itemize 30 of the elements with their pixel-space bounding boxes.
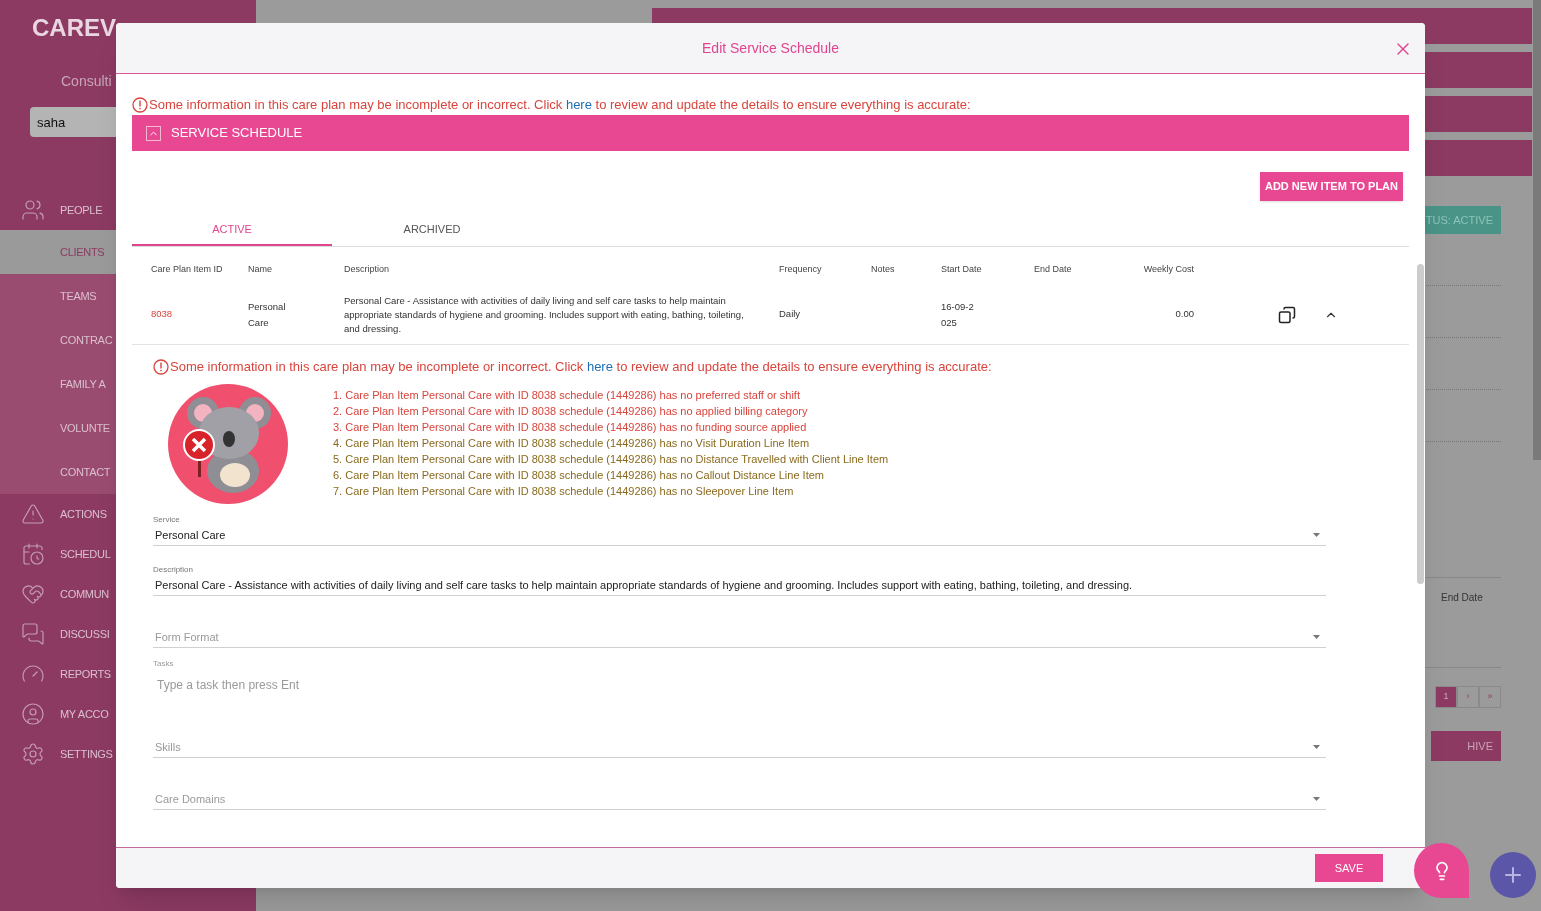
warning-message: Some information in this care plan may be incomplete or incorrect. Click here to review and update the details to ensure everything is accurate: [149, 96, 971, 115]
column-header: End Date [1440, 592, 1483, 603]
field-label: Description [153, 565, 194, 574]
logo-text: CAREV [32, 16, 116, 40]
column-header: Weekly Cost [1142, 263, 1194, 276]
table-cell: Personal Care - Assistance with activities of daily living and self care tasks to help maintain appropriate standards of hygiene and grooming. Includes support with eating, bathing, toileting, and dressing. [344, 293, 744, 336]
column-header: Name [248, 263, 273, 276]
column-header: Care Plan Item ID [151, 263, 224, 276]
issue-message: 3. Care Plan Item Personal Care with ID 8038 schedule (1449286) has no funding source applied [333, 420, 808, 435]
warning-message: Some information in this care plan may be incomplete or incorrect. Click here to review and update the details to ensure everything is accurate: [170, 358, 992, 377]
table-cell: Daily [779, 308, 801, 320]
item-id: 8038 [151, 307, 174, 322]
table-cell-text: Personal Care [248, 299, 287, 330]
table-cell-text: 16-09-2025 [941, 299, 975, 330]
column-header: Description [344, 263, 391, 276]
issue-message: 4. Care Plan Item Personal Care with ID 8038 schedule (1449286) has no Visit Duration Line Item [333, 436, 811, 451]
field-label: Tasks [153, 658, 175, 670]
issue-message: 5. Care Plan Item Personal Care with ID 8038 schedule (1449286) has no Distance Travelled with Client Line Item [333, 452, 889, 467]
table-cell: 0.00 [1175, 308, 1194, 320]
issue-message: 2. Care Plan Item Personal Care with ID 8038 schedule (1449286) has no applied billing category [333, 404, 809, 419]
column-header: Notes [871, 263, 896, 276]
issue-message: 7. Care Plan Item Personal Care with ID 8038 schedule (1449286) has no Sleepover Line Item [333, 484, 795, 499]
field-label: Service [153, 515, 181, 524]
issue-message: 1. Care Plan Item Personal Care with ID 8038 schedule (1449286) has no preferred staff or shift [333, 388, 801, 403]
column-header: End Date [1034, 263, 1073, 276]
column-header: Frequency [779, 263, 823, 276]
column-header: Start Date [941, 263, 983, 276]
company-name: Consulti [61, 71, 112, 91]
dialog-title: Edit Service Schedule [702, 38, 839, 58]
issue-message: 6. Care Plan Item Personal Care with ID 8038 schedule (1449286) has no Callout Distance Line Item [333, 468, 825, 483]
